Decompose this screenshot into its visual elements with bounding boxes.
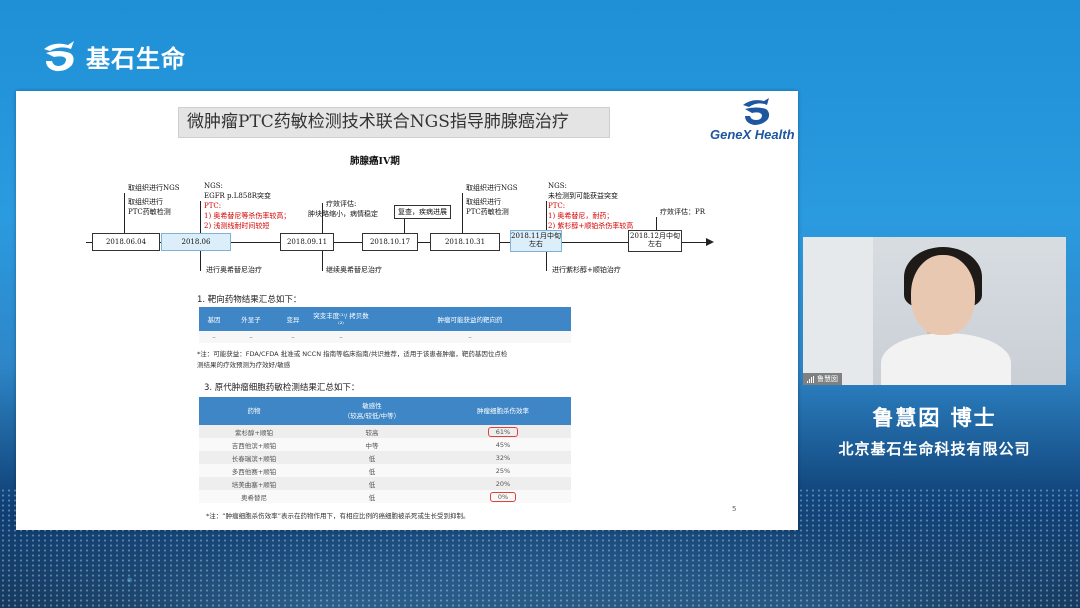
- genex-logo: GeneX Health: [710, 97, 796, 143]
- slide-title: 微肿瘤PTC药敏检测技术联合NGS指导肺腺癌治疗: [178, 107, 610, 138]
- targeted-drug-table: 基因 外显子 变异 突变丰度⁽¹⁾/ 拷贝数⁽²⁾ 肿瘤可能获益的靶向药 – –…: [199, 307, 571, 343]
- brand-logo-icon: [40, 39, 78, 73]
- timeline-connector: [462, 193, 463, 233]
- timeline-note: 取组织进行NGS 取组织进行 PTC药敏检测: [128, 184, 180, 216]
- table-header: 敏感性 （较高/较低/中等）: [309, 397, 435, 425]
- timeline-note-progression: 复查，疾病进展: [394, 205, 451, 219]
- timeline-connector: [124, 193, 125, 233]
- table-header: 外显子: [229, 307, 273, 331]
- page-number: 5: [732, 505, 737, 513]
- timeline-note-treatment: 进行奥希替尼治疗: [206, 266, 262, 274]
- table-header: 药物: [199, 397, 309, 425]
- table-row: 长春瑞滨+顺铂 低 32%: [199, 451, 571, 464]
- timeline-date: 2018.09.11: [280, 233, 334, 251]
- timeline-note-treatment: 继续奥希替尼治疗: [326, 266, 382, 274]
- timeline-date: 2018.06: [161, 233, 231, 251]
- section-title: 3. 原代肿瘤细胞药敏检测结果汇总如下：: [204, 383, 360, 393]
- table-header: 肿瘤细胞杀伤效率: [435, 397, 571, 425]
- timeline-date-range: 2018.11月中旬 左右: [510, 230, 562, 252]
- timeline-note-ngs-ptc: NGS: EGFR p.L858R突变 PTC: 1) 奥希替尼等杀伤率较高； …: [204, 182, 291, 230]
- timeline-note-ngs-ptc: NGS: 未检测到可能获益突变 PTC: 1) 奥希替尼，耐药； 2) 紫杉醇+…: [548, 182, 634, 230]
- speaker-name: 鲁慧囡 博士: [872, 406, 997, 430]
- timeline-date: 2018.10.17: [362, 233, 418, 251]
- timeline-date: 2018.06.04: [92, 233, 160, 251]
- table-header: 突变丰度⁽¹⁾/ 拷贝数⁽²⁾: [313, 307, 369, 331]
- genex-logo-text: GeneX Health: [710, 127, 795, 142]
- timeline-note-assessment: 疗效评估：PR: [660, 208, 705, 216]
- speaker-face: [911, 255, 975, 335]
- timeline-connector: [546, 201, 547, 233]
- genex-logo-icon: [740, 97, 772, 127]
- section-title: 1. 靶向药物结果汇总如下：: [197, 295, 302, 305]
- timeline-date-range: 2018.12月中旬 左右: [628, 230, 682, 252]
- timeline-connector: [200, 201, 201, 233]
- table-row: 多西他赛+顺铂 低 25%: [199, 464, 571, 477]
- timeline-date: 2018.10.31: [430, 233, 500, 251]
- table-footnote: *注：可能获益：FDA/CFDA 批准或 NCCN 指南等临床指南/共识推荐，适…: [197, 350, 508, 369]
- table-row: 吉西他滨+顺铂 中等 45%: [199, 438, 571, 451]
- table-header: 肿瘤可能获益的靶向药: [369, 307, 571, 331]
- speaker-video[interactable]: 鲁慧囡: [803, 237, 1066, 385]
- table-row: 培美曲塞+顺铂 低 20%: [199, 477, 571, 490]
- timeline-connector: [200, 251, 201, 271]
- brand-name: 基石生命: [86, 44, 186, 73]
- signal-icon: [807, 375, 814, 383]
- table-row: – – – – –: [199, 331, 571, 343]
- speaker-body: [881, 333, 1011, 385]
- timeline-arrow-icon: [706, 238, 714, 246]
- drug-sensitivity-table: 药物 敏感性 （较高/较低/中等） 肿瘤细胞杀伤效率 紫杉醇+顺铂 较高 61%…: [199, 397, 571, 503]
- brand: 基石生命: [40, 38, 186, 74]
- table-header: 变异: [273, 307, 313, 331]
- timeline-note: 取组织进行NGS 取组织进行 PTC药敏检测: [466, 184, 518, 216]
- table-footnote: *注：“肿瘤细胞杀伤效率”表示在药物作用下，有相应比例的癌细胞被杀死或生长受到抑…: [206, 512, 470, 520]
- presentation-slide: 微肿瘤PTC药敏检测技术联合NGS指导肺腺癌治疗 GeneX Health 肺腺…: [16, 91, 798, 530]
- table-header: 基因: [199, 307, 229, 331]
- table-header-row: 药物 敏感性 （较高/较低/中等） 肿瘤细胞杀伤效率: [199, 397, 571, 425]
- timeline-connector: [404, 219, 405, 233]
- stage-label: 肺腺癌IV期: [350, 156, 400, 167]
- timeline-note-assessment: 疗效评估: 肿块略缩小，病情稳定: [308, 200, 378, 218]
- highlighted-value: 0%: [489, 491, 517, 502]
- table-row: 紫杉醇+顺铂 较高 61%: [199, 425, 571, 438]
- speaker-organization: 北京基石生命科技有限公司: [838, 440, 1031, 458]
- timeline-note-treatment: 进行紫杉醇+顺铂治疗: [552, 266, 621, 274]
- table-row: 奥希替尼 低 0%: [199, 490, 571, 503]
- highlighted-value: 61%: [487, 426, 519, 437]
- timeline-connector: [546, 251, 547, 271]
- video-name-tag: 鲁慧囡: [803, 373, 842, 385]
- timeline-connector: [322, 251, 323, 271]
- table-header-row: 基因 外显子 变异 突变丰度⁽¹⁾/ 拷贝数⁽²⁾ 肿瘤可能获益的靶向药: [199, 307, 571, 331]
